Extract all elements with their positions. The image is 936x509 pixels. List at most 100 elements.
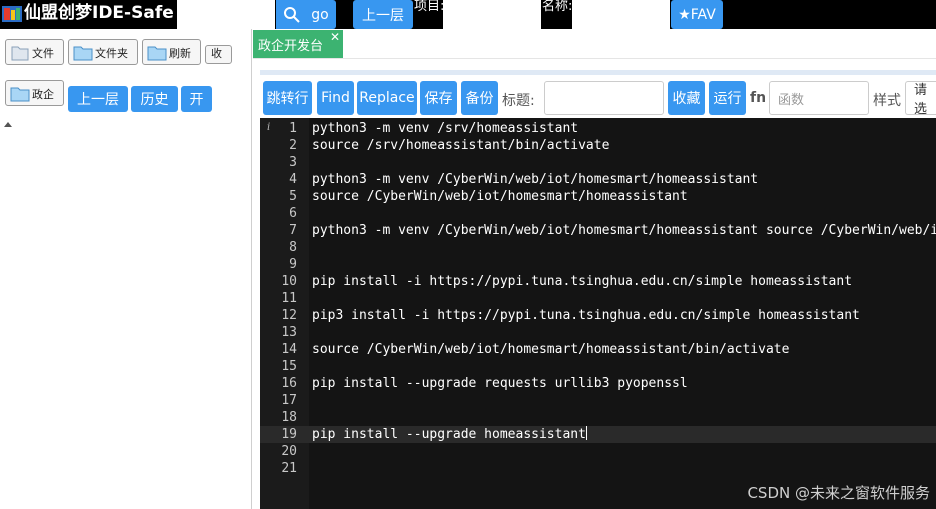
collapse-button[interactable]: 收: [205, 45, 232, 64]
backup-button[interactable]: 备份: [461, 81, 498, 115]
project-label: 项目:: [414, 0, 445, 14]
text-cursor: [585, 426, 587, 440]
line-number: 18: [281, 410, 297, 425]
left-up-level-button[interactable]: 上一层: [68, 86, 128, 112]
line-number: 8: [289, 240, 297, 255]
code-text: source /CyberWin/web/iot/homesmart/homea…: [312, 189, 688, 204]
search-button[interactable]: go: [276, 0, 336, 29]
code-line[interactable]: 1 python3 -m venv /srv/homeassistant: [260, 120, 936, 137]
code-line[interactable]: 7 python3 -m venv /CyberWin/web/iot/homes…: [260, 222, 936, 239]
code-line[interactable]: 17: [260, 392, 936, 409]
folder-icon: [10, 87, 30, 102]
new-folder-button[interactable]: 文件夹: [68, 39, 138, 65]
code-line[interactable]: 8: [260, 239, 936, 256]
tab-divider: [253, 58, 936, 59]
tab-label: 政企开发台: [258, 38, 324, 54]
code-line[interactable]: 19 pip install --upgrade homeassistant: [260, 426, 936, 443]
search-icon: [284, 6, 300, 23]
line-number: 5: [289, 189, 297, 204]
file-icon: [11, 46, 29, 61]
search-input[interactable]: [177, 0, 275, 29]
code-text: pip install --upgrade homeassistant: [312, 426, 587, 442]
run-button[interactable]: 运行: [709, 81, 746, 115]
code-text: python3 -m venv /CyberWin/web/iot/homesm…: [312, 223, 936, 238]
new-file-button[interactable]: 文件: [5, 39, 64, 65]
up-level-button[interactable]: 上一层: [353, 0, 413, 29]
code-line[interactable]: 5 source /CyberWin/web/iot/homesmart/home…: [260, 188, 936, 205]
find-button[interactable]: Find: [317, 81, 354, 115]
favorite-button[interactable]: 收藏: [668, 81, 705, 115]
line-number: 13: [281, 325, 297, 340]
refresh-button[interactable]: 刷新: [142, 39, 201, 65]
code-line[interactable]: 9: [260, 256, 936, 273]
file-sidebar: 文件 文件夹 刷新 收 政企 上一层 历史 开: [0, 29, 252, 509]
code-text: source /CyberWin/web/iot/homesmart/homea…: [312, 342, 790, 357]
app-title: 仙盟创梦IDE-Safe: [24, 3, 174, 23]
code-line[interactable]: 18: [260, 409, 936, 426]
code-line[interactable]: 13: [260, 324, 936, 341]
style-label: 样式: [873, 93, 901, 109]
code-line[interactable]: 6: [260, 205, 936, 222]
line-number: 12: [281, 308, 297, 323]
code-text: python3 -m venv /CyberWin/web/iot/homesm…: [312, 172, 759, 187]
scroll-up-arrow-icon[interactable]: [4, 122, 12, 127]
fav-button[interactable]: ★FAV: [671, 0, 723, 29]
line-number: 17: [281, 393, 297, 408]
project-input[interactable]: [443, 0, 541, 29]
code-text: python3 -m venv /srv/homeassistant: [312, 121, 579, 136]
code-line[interactable]: 11: [260, 290, 936, 307]
code-line[interactable]: 21: [260, 460, 936, 477]
new-file-label: 文件: [32, 47, 54, 60]
line-number: 9: [289, 257, 297, 272]
code-line[interactable]: 10 pip install -i https://pypi.tuna.tsing…: [260, 273, 936, 290]
line-number: 10: [281, 274, 297, 289]
code-text: source /srv/homeassistant/bin/activate: [312, 138, 610, 153]
line-number: 6: [289, 206, 297, 221]
code-line[interactable]: 14 source /CyberWin/web/iot/homesmart/hom…: [260, 341, 936, 358]
tab-zhengqi-dev[interactable]: 政企开发台 ✕: [253, 30, 343, 58]
toolbar-strip: [260, 70, 936, 75]
code-line[interactable]: 12 pip3 install -i https://pypi.tuna.tsin…: [260, 307, 936, 324]
code-line[interactable]: 2 source /srv/homeassistant/bin/activate: [260, 137, 936, 154]
line-number: 2: [289, 138, 297, 153]
history-button[interactable]: 历史: [131, 86, 178, 112]
line-number: 21: [281, 461, 297, 476]
code-editor[interactable]: i 1 python3 -m venv /srv/homeassistant 2 so…: [260, 118, 936, 509]
name-label: 名称:: [542, 0, 573, 14]
code-text: pip3 install -i https://pypi.tuna.tsingh…: [312, 308, 860, 323]
style-select[interactable]: 请选: [905, 81, 936, 117]
title-input[interactable]: [544, 81, 664, 115]
line-number: 19: [281, 427, 297, 442]
folder-icon: [73, 46, 93, 61]
code-line[interactable]: 15: [260, 358, 936, 375]
refresh-label: 刷新: [169, 47, 191, 60]
folder-item-zhengqi[interactable]: 政企: [5, 80, 64, 106]
code-line[interactable]: 16 pip install --upgrade requests urllib3…: [260, 375, 936, 392]
code-line[interactable]: 20: [260, 443, 936, 460]
line-number: 16: [281, 376, 297, 391]
line-number: 20: [281, 444, 297, 459]
line-number: 4: [289, 172, 297, 187]
function-input[interactable]: 函数: [769, 81, 869, 115]
save-button[interactable]: 保存: [420, 81, 457, 115]
line-number: 15: [281, 359, 297, 374]
goto-line-button[interactable]: 跳转行: [263, 81, 312, 115]
title-label: 标题:: [502, 93, 535, 109]
line-number: 7: [289, 223, 297, 238]
name-input[interactable]: [572, 0, 670, 29]
new-folder-label: 文件夹: [95, 47, 128, 60]
code-text: pip install --upgrade requests urllib3 p…: [312, 376, 688, 391]
fn-label: fn: [750, 90, 767, 106]
code-line[interactable]: 4 python3 -m venv /CyberWin/web/iot/homes…: [260, 171, 936, 188]
line-number: 14: [281, 342, 297, 357]
code-line[interactable]: 3: [260, 154, 936, 171]
replace-button[interactable]: Replace: [357, 81, 417, 115]
folder-item-label: 政企: [32, 88, 54, 101]
line-number: 3: [289, 155, 297, 170]
close-icon[interactable]: ✕: [330, 30, 340, 44]
line-number: 11: [281, 291, 297, 306]
open-button[interactable]: 开: [181, 86, 212, 112]
line-number: 1: [289, 121, 297, 136]
top-bar: 仙盟创梦IDE-Safe go 上一层 项目: 名称: ★FAV: [0, 0, 936, 29]
watermark: CSDN @未来之窗软件服务: [747, 484, 930, 502]
